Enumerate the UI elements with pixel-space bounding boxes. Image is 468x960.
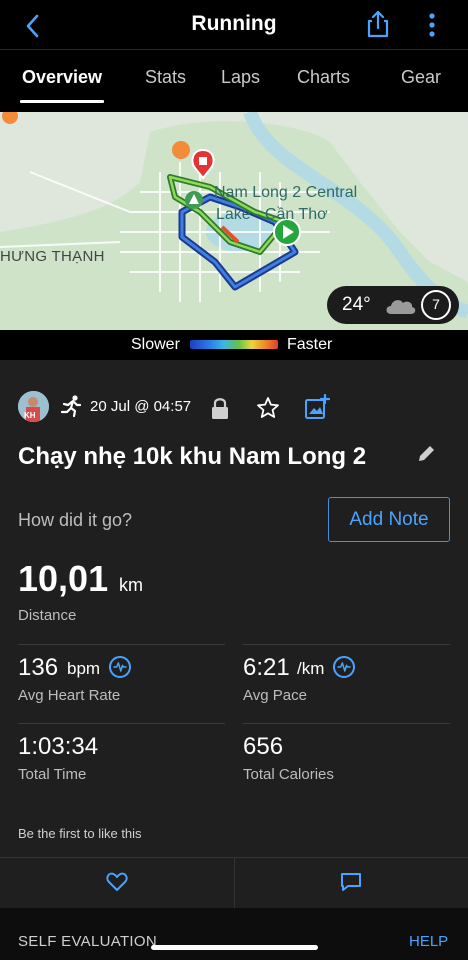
help-link[interactable]: HELP <box>409 933 448 950</box>
calories-value: 656 <box>243 733 284 760</box>
page-title: Running <box>191 12 277 35</box>
feedback-prompt: How did it go? <box>18 510 133 530</box>
distance-label: Distance <box>18 607 77 624</box>
map-area-label: HƯNG THẠNH <box>0 248 105 265</box>
running-icon <box>60 395 82 418</box>
header-bar: Running <box>0 0 468 50</box>
self-evaluation-label: SELF EVALUATION <box>18 933 157 950</box>
lock-icon[interactable] <box>210 396 230 420</box>
activity-title: Chạy nhẹ 10k khu Nam Long 2 <box>18 443 367 470</box>
star-icon[interactable] <box>256 396 280 420</box>
comment-button[interactable] <box>234 858 468 908</box>
activity-date: 20 Jul @ 04:57 <box>90 398 192 415</box>
tab-stats[interactable]: Stats <box>145 67 186 88</box>
pace-gradient-bar <box>190 340 278 349</box>
self-evaluation-bar: SELF EVALUATION HELP <box>0 908 468 960</box>
like-button[interactable] <box>0 858 234 908</box>
home-indicator[interactable] <box>151 945 318 950</box>
pace-label: Avg Pace <box>243 687 307 704</box>
activity-card: KH 20 Jul @ 04:57 Chạy nhẹ 10k khu Nam L… <box>0 360 468 960</box>
heart-rate-label: Avg Heart Rate <box>18 687 121 704</box>
calories-label: Total Calories <box>243 766 334 783</box>
divider <box>243 723 450 724</box>
tab-active-indicator <box>20 100 104 103</box>
tab-bar: Overview Stats Laps Charts Gear <box>0 50 468 104</box>
divider <box>18 644 225 645</box>
weather-badge[interactable]: 24° 7 <box>327 286 459 324</box>
tab-overview[interactable]: Overview <box>22 67 102 88</box>
tab-laps[interactable]: Laps <box>221 67 260 88</box>
comment-icon <box>341 873 361 891</box>
divider <box>18 723 225 724</box>
pace-chart-icon[interactable] <box>333 656 355 678</box>
share-icon[interactable] <box>364 9 392 39</box>
cloud-icon <box>386 300 416 314</box>
add-photo-icon[interactable] <box>304 394 330 420</box>
heart-rate-chart-icon[interactable] <box>109 656 131 678</box>
total-time-value: 1:03:34 <box>18 733 99 760</box>
avatar-badge: KH <box>24 411 36 420</box>
distance-value: 10,01 <box>18 558 109 599</box>
pace-value: 6:21 <box>243 654 290 681</box>
distance-unit: km <box>119 575 143 595</box>
add-note-button[interactable]: Add Note <box>328 497 450 542</box>
likes-text: Be the first to like this <box>18 826 142 841</box>
legend-faster-label: Faster <box>287 336 333 353</box>
tab-charts[interactable]: Charts <box>297 67 350 88</box>
avatar[interactable]: KH <box>18 391 49 422</box>
map-place-label: Nam Long 2 Central <box>214 184 358 201</box>
pace-unit: /km <box>297 659 325 678</box>
pencil-icon[interactable] <box>416 444 436 464</box>
legend-slower-label: Slower <box>131 336 180 353</box>
heart-rate-value: 136 <box>18 654 59 681</box>
heart-icon <box>106 872 128 891</box>
divider <box>243 644 450 645</box>
pace-legend: Slower Faster <box>0 330 468 360</box>
more-vertical-icon[interactable] <box>420 10 444 40</box>
heart-rate-unit: bpm <box>67 659 101 678</box>
temperature-text: 24° <box>342 294 371 315</box>
map-place-label-2: Lake - Cần Thơ <box>216 206 328 223</box>
social-action-row <box>0 857 468 908</box>
total-time-label: Total Time <box>18 766 87 783</box>
wind-indicator: 7 <box>421 290 451 320</box>
tab-gear[interactable]: Gear <box>401 67 441 88</box>
